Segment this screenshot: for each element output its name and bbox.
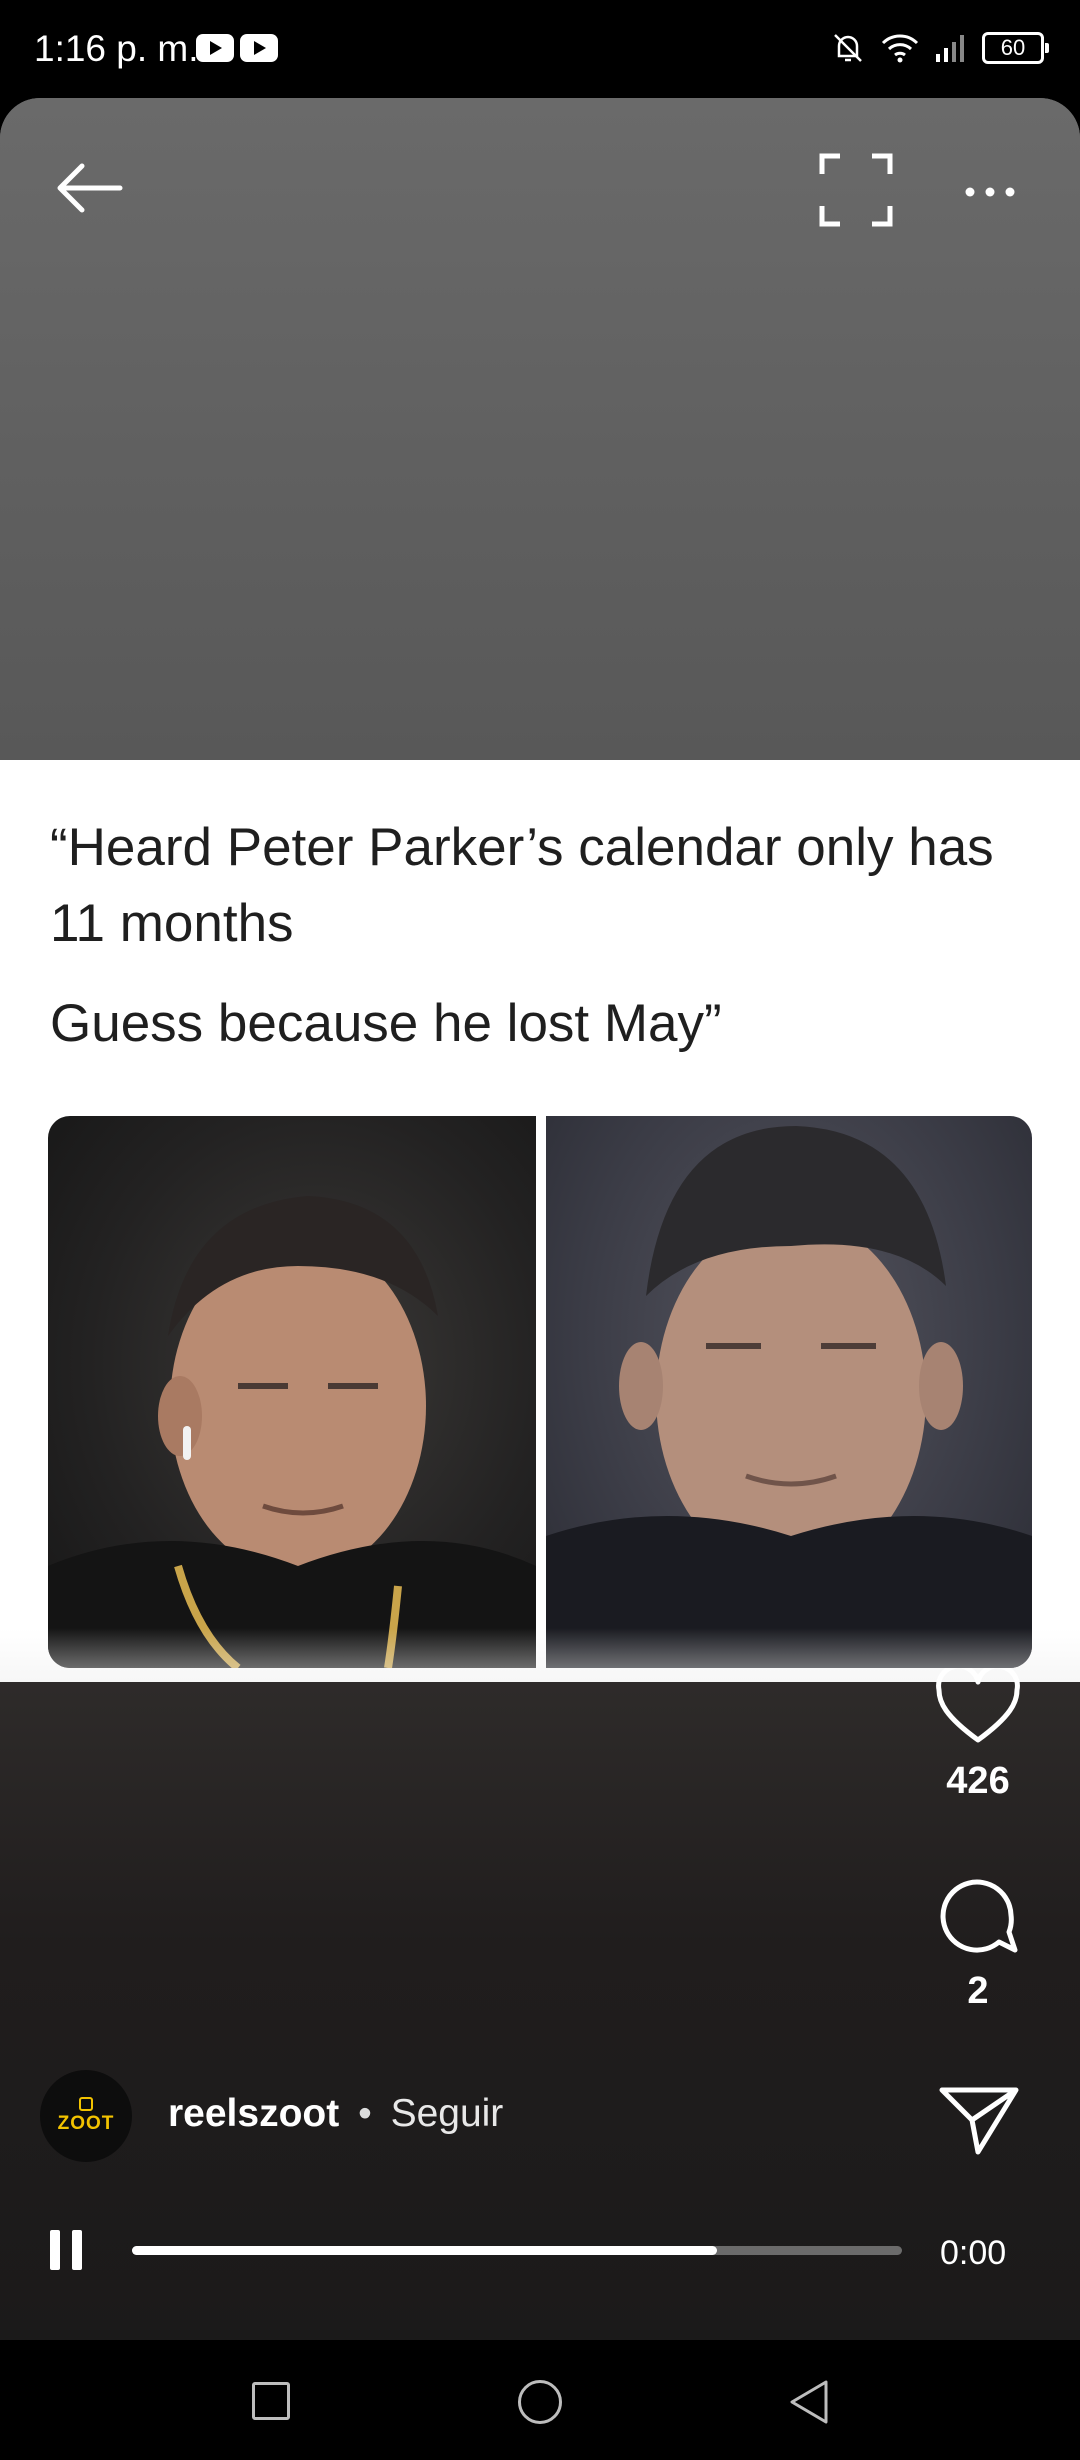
progress-bar[interactable] — [132, 2246, 902, 2255]
reel-viewer[interactable]: “Heard Peter Parker’s calendar only has … — [0, 98, 1080, 2340]
youtube-icon — [196, 34, 234, 62]
like-count: 426 — [946, 1760, 1010, 1802]
pause-icon[interactable] — [50, 2230, 82, 2270]
avatar-logo-mark — [79, 2097, 93, 2111]
heart-icon[interactable] — [935, 1668, 1021, 1748]
fullscreen-icon[interactable] — [816, 150, 896, 230]
post-image: “Heard Peter Parker’s calendar only has … — [0, 760, 1080, 1682]
avatar-brand-text: ZOOT — [57, 2113, 115, 2134]
back-triangle-icon[interactable] — [786, 2378, 832, 2426]
separator-dot: • — [358, 2092, 372, 2135]
playback-time: 0:00 — [940, 2234, 1007, 2272]
avatar[interactable]: ZOOT — [40, 2070, 132, 2162]
status-time: 1:16 p. m. — [34, 28, 199, 69]
youtube-icon — [240, 34, 278, 62]
signal-icon — [936, 35, 964, 62]
status-app-icons — [196, 34, 278, 62]
portrait-right-illustration — [546, 1126, 1032, 1668]
arrow-left-icon[interactable] — [48, 146, 132, 230]
follow-button[interactable]: Seguir — [391, 2092, 504, 2135]
video-top-area[interactable] — [0, 98, 1080, 760]
status-right-icons: 60 — [830, 30, 1049, 66]
like-action[interactable]: 426 — [930, 1668, 1026, 1803]
portrait-left-illustration — [48, 1196, 536, 1668]
progress-fill — [132, 2246, 718, 2255]
caption-line-1: “Heard Peter Parker’s calendar only has … — [50, 818, 994, 953]
status-bar: 1:16 p. m. 60 — [0, 0, 1080, 98]
video-bottom-area[interactable] — [0, 1682, 1080, 2340]
comment-count: 2 — [967, 1970, 989, 2012]
caption-line-2: Guess because he lost May” — [50, 994, 722, 1053]
image-bottom-fade — [0, 1628, 1080, 1688]
post-caption: “Heard Peter Parker’s calendar only has … — [50, 810, 1030, 1086]
comment-icon[interactable] — [935, 1872, 1021, 1958]
home-circle-icon[interactable] — [518, 2380, 562, 2424]
more-horizontal-icon[interactable] — [960, 172, 1020, 212]
account-row: reelszoot • Seguir — [168, 2092, 503, 2136]
mute-bell-icon — [834, 34, 862, 62]
system-nav-bar — [0, 2340, 1080, 2460]
photo-right — [546, 1116, 1032, 1668]
comment-action[interactable]: 2 — [930, 1872, 1026, 2013]
wifi-icon — [881, 34, 919, 63]
battery-icon: 60 — [982, 32, 1049, 64]
photo-left — [48, 1116, 536, 1668]
recents-square-icon[interactable] — [252, 2382, 290, 2420]
send-icon[interactable] — [938, 2084, 1020, 2156]
username-link[interactable]: reelszoot — [168, 2092, 339, 2135]
